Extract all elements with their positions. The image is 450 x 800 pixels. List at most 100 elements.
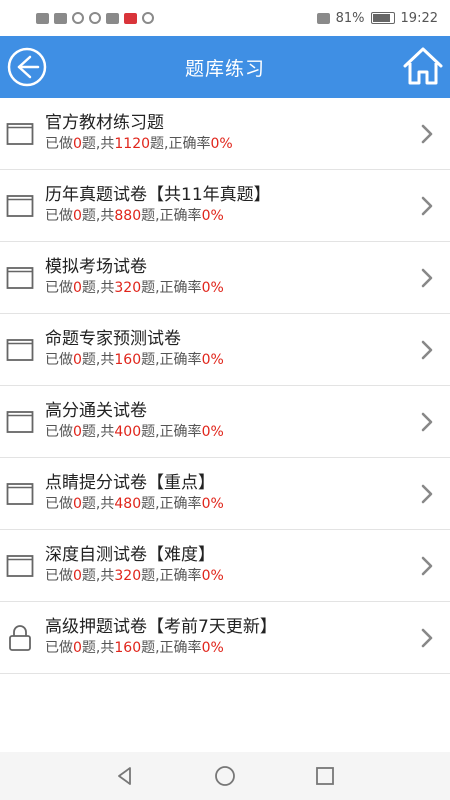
total-prefix: 题,共 — [81, 352, 115, 368]
accuracy-rate: 0% — [201, 424, 224, 440]
list-item[interactable]: 点睛提分试卷【重点】 已做0题,共480题,正确率0% — [0, 458, 450, 530]
total-count: 320 — [114, 568, 142, 584]
done-count: 0 — [73, 136, 82, 152]
done-prefix: 已做 — [45, 568, 73, 584]
back-triangle-icon[interactable] — [114, 765, 136, 787]
accuracy-rate: 0% — [201, 208, 224, 224]
list-item[interactable]: 命题专家预测试卷已做0题,共160题,正确率0% — [0, 314, 450, 386]
status-icons-left — [36, 12, 154, 24]
item-stats: 已做0题,共160题,正确率0% — [45, 639, 277, 657]
item-texts: 模拟考场试卷已做0题,共320题,正确率0% — [45, 255, 224, 297]
done-count: 0 — [73, 424, 82, 440]
total-prefix: 题,共 — [81, 496, 115, 512]
item-texts: 官方教材练习题已做0题,共1120题,正确率0% — [45, 111, 233, 153]
done-count: 0 — [73, 496, 82, 512]
status-bar: 81% 19:22 — [0, 0, 450, 36]
total-prefix: 题,共 — [81, 136, 115, 152]
total-prefix: 题,共 — [81, 424, 115, 440]
rate-prefix: 题,正确率 — [141, 496, 202, 512]
list-item[interactable]: 历年真题试卷【共11年真题】 已做0题,共880题,正确率0% — [0, 170, 450, 242]
done-count: 0 — [73, 568, 82, 584]
recents-square-icon[interactable] — [314, 765, 336, 787]
total-count: 400 — [114, 424, 142, 440]
home-circle-icon[interactable] — [214, 765, 236, 787]
item-name: 历年真题试卷【共11年真题】 — [45, 185, 271, 205]
list-item[interactable]: 官方教材练习题已做0题,共1120题,正确率0% — [0, 98, 450, 170]
list-item[interactable]: 高分通关试卷已做0题,共400题,正确率0% — [0, 386, 450, 458]
done-count: 0 — [73, 208, 82, 224]
item-texts: 深度自测试卷【难度】 已做0题,共320题,正确率0% — [45, 543, 224, 585]
chevron-right-icon — [421, 628, 433, 648]
done-count: 0 — [73, 280, 82, 296]
item-stats: 已做0题,共400题,正确率0% — [45, 423, 224, 441]
item-name: 高级押题试卷【考前7天更新】 — [45, 617, 277, 637]
exam-list: 官方教材练习题 已做0题,共1120题,正确率0% 历年真题试卷【共11年真题】 已做… — [0, 98, 450, 674]
done-prefix: 已做 — [45, 280, 73, 296]
accuracy-rate: 0% — [210, 136, 233, 152]
chevron-right-icon — [421, 124, 433, 144]
accuracy-rate: 0% — [201, 280, 224, 296]
chevron-right-icon — [421, 196, 433, 216]
item-stats: 已做0题,共480题,正确率0% — [45, 495, 224, 513]
done-prefix: 已做 — [45, 136, 73, 152]
total-count: 1120 — [114, 136, 151, 152]
item-name: 官方教材练习题 — [45, 113, 164, 133]
done-prefix: 已做 — [45, 496, 73, 512]
accuracy-rate: 0% — [201, 496, 224, 512]
app-notification-icon — [124, 12, 137, 24]
home-button[interactable] — [402, 44, 444, 88]
item-name: 命题专家预测试卷 — [45, 329, 181, 349]
battery-percent: 81% — [335, 10, 365, 26]
done-prefix: 已做 — [45, 424, 73, 440]
hd-icon — [36, 12, 49, 24]
rate-prefix: 题,正确率 — [150, 136, 211, 152]
total-count: 480 — [114, 496, 142, 512]
chevron-right-icon — [421, 556, 433, 576]
rate-prefix: 题,正确率 — [141, 424, 202, 440]
accuracy-rate: 0% — [201, 352, 224, 368]
folder-icon — [6, 411, 34, 433]
accuracy-rate: 0% — [201, 640, 224, 656]
rate-prefix: 题,正确率 — [141, 568, 202, 584]
item-stats: 已做0题,共1120题,正确率0% — [45, 135, 233, 153]
rate-prefix: 题,正确率 — [141, 640, 202, 656]
item-name: 高分通关试卷 — [45, 401, 147, 421]
alarm-icon — [89, 12, 101, 24]
list-item[interactable]: 深度自测试卷【难度】 已做0题,共320题,正确率0% — [0, 530, 450, 602]
item-stats: 已做0题,共160题,正确率0% — [45, 351, 224, 369]
folder-icon — [6, 123, 34, 145]
chevron-right-icon — [421, 340, 433, 360]
item-texts: 高分通关试卷已做0题,共400题,正确率0% — [45, 399, 224, 441]
chevron-right-icon — [421, 412, 433, 432]
total-prefix: 题,共 — [81, 280, 115, 296]
done-count: 0 — [73, 640, 82, 656]
total-count: 160 — [114, 352, 142, 368]
folder-icon — [6, 339, 34, 361]
list-item[interactable]: 高级押题试卷【考前7天更新】 已做0题,共160题,正确率0% — [0, 602, 450, 674]
folder-icon — [6, 483, 34, 505]
total-count: 160 — [114, 640, 142, 656]
total-count: 320 — [114, 280, 142, 296]
folder-icon — [6, 267, 34, 289]
signal-icon — [54, 12, 67, 24]
back-button[interactable] — [6, 46, 48, 88]
list-item[interactable]: 模拟考场试卷已做0题,共320题,正确率0% — [0, 242, 450, 314]
back-circle-arrow-icon — [7, 47, 47, 87]
item-name: 模拟考场试卷 — [45, 257, 147, 277]
total-prefix: 题,共 — [81, 640, 115, 656]
item-stats: 已做0题,共320题,正确率0% — [45, 279, 224, 297]
done-prefix: 已做 — [45, 352, 73, 368]
folder-icon — [6, 195, 34, 217]
done-prefix: 已做 — [45, 208, 73, 224]
item-texts: 点睛提分试卷【重点】 已做0题,共480题,正确率0% — [45, 471, 224, 513]
status-icons-right: 81% 19:22 — [316, 10, 438, 26]
battery-icon — [370, 12, 395, 24]
rate-prefix: 题,正确率 — [141, 352, 202, 368]
done-prefix: 已做 — [45, 640, 73, 656]
chevron-right-icon — [421, 268, 433, 288]
done-count: 0 — [73, 352, 82, 368]
clock-time: 19:22 — [400, 10, 438, 26]
chevron-right-icon — [421, 484, 433, 504]
item-texts: 命题专家预测试卷已做0题,共160题,正确率0% — [45, 327, 224, 369]
item-stats: 已做0题,共880题,正确率0% — [45, 207, 271, 225]
